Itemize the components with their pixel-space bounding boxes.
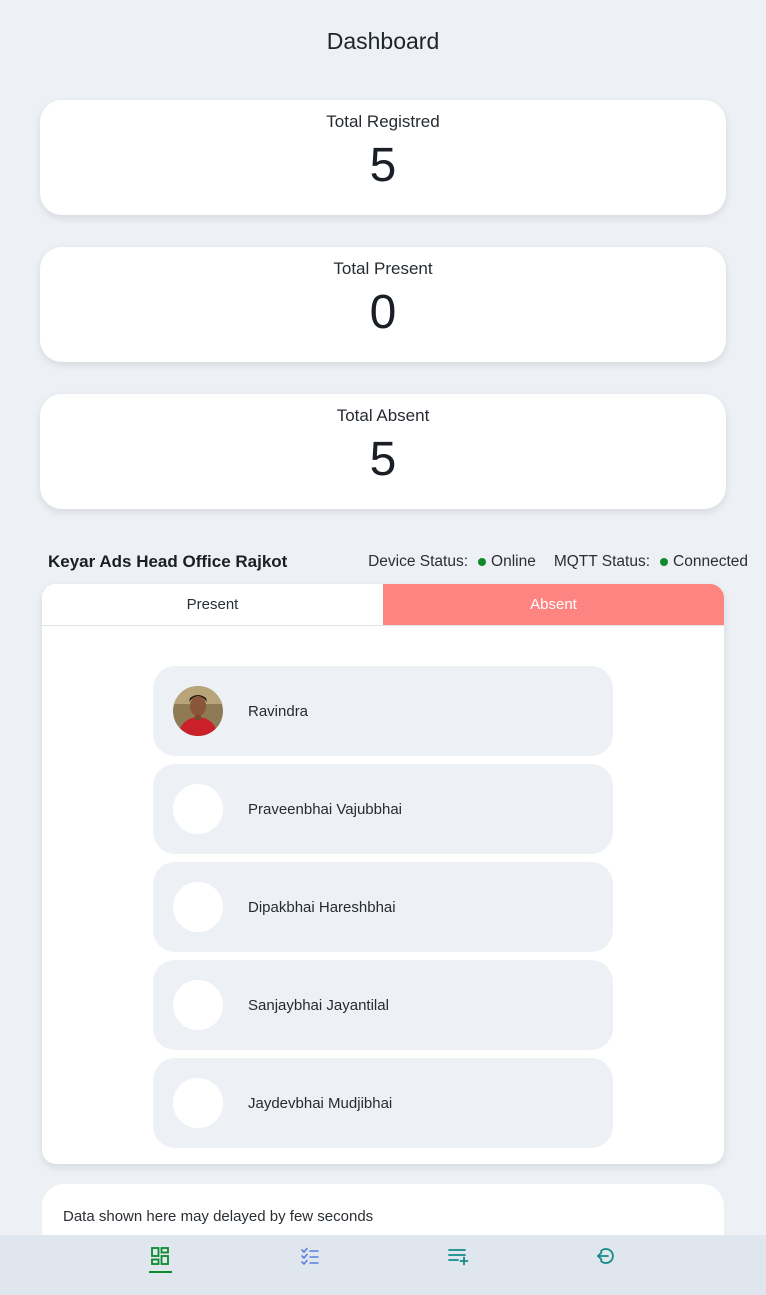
device-status-label: Device Status: [368, 553, 469, 570]
connected-dot-icon [660, 558, 669, 566]
avatar [173, 784, 223, 834]
person-name: Jaydevbhai Mudjibhai [248, 1094, 393, 1112]
page-title: Dashboard [326, 28, 440, 54]
person-name: Ravindra [248, 702, 309, 720]
list-item[interactable]: Sanjaybhai Jayantilal [153, 960, 613, 1050]
active-tab-indicator [149, 1271, 172, 1273]
avatar [173, 882, 223, 932]
list-item[interactable]: Ravindra [153, 666, 613, 756]
online-dot-icon [478, 558, 487, 566]
stat-label: Total Absent [336, 406, 430, 425]
notice-text: Data shown here may delayed by few secon… [63, 1208, 374, 1225]
office-name: Keyar Ads Head Office Rajkot [48, 552, 288, 571]
nav-dashboard[interactable] [130, 1235, 190, 1295]
mqtt-status-value: Connected [673, 553, 748, 570]
total-absent-card: Total Absent 5 [40, 394, 726, 509]
nav-playlist-add[interactable] [428, 1235, 488, 1295]
tab-present[interactable]: Present [42, 584, 383, 625]
list-item[interactable]: Dipakbhai Hareshbhai [153, 862, 613, 952]
attendance-list-card: Present Absent Ravindra Praveenbhai Vaju… [42, 584, 724, 1164]
total-registered-card: Total Registred 5 [40, 100, 726, 215]
list-item[interactable]: Jaydevbhai Mudjibhai [153, 1058, 613, 1148]
avatar [173, 980, 223, 1030]
person-photo-icon [173, 686, 223, 736]
person-name: Sanjaybhai Jayantilal [248, 996, 389, 1014]
nav-logout[interactable] [576, 1235, 636, 1295]
stat-value: 5 [369, 139, 397, 192]
attendance-tabs: Present Absent [42, 584, 724, 626]
person-name: Praveenbhai Vajubbhai [248, 800, 403, 818]
person-name: Dipakbhai Hareshbhai [248, 898, 396, 916]
dashboard-icon [151, 1247, 169, 1265]
checklist-icon [301, 1247, 319, 1266]
mqtt-status-label: MQTT Status: [553, 553, 651, 570]
device-status-value: Online [491, 553, 536, 570]
nav-attendance[interactable] [280, 1235, 340, 1295]
avatar [173, 1078, 223, 1128]
stat-value: 5 [369, 433, 397, 486]
office-status-row: Keyar Ads Head Office Rajkot Device Stat… [48, 552, 748, 576]
list-item[interactable]: Praveenbhai Vajubbhai [153, 764, 613, 854]
total-present-card: Total Present 0 [40, 247, 726, 362]
bottom-nav [0, 1235, 766, 1295]
tab-absent[interactable]: Absent [383, 584, 724, 625]
stat-value: 0 [369, 286, 397, 339]
people-list: Ravindra Praveenbhai Vajubbhai Dipakbhai… [153, 666, 613, 1156]
stat-label: Total Present [333, 259, 433, 278]
status-group: Device Status: Online MQTT Status: Conne… [368, 553, 748, 571]
logout-icon [597, 1248, 614, 1264]
stat-label: Total Registred [326, 112, 440, 131]
dashboard-page: Dashboard Total Registred 5 Total Presen… [0, 0, 766, 1295]
playlist-add-icon [448, 1249, 469, 1266]
avatar [173, 686, 223, 736]
